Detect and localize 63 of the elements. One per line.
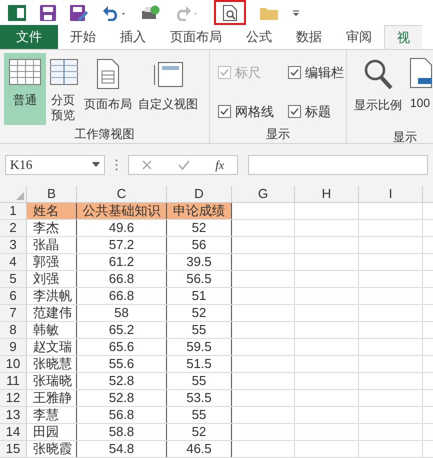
save-icon[interactable] — [40, 4, 56, 20]
name-box[interactable]: K16 — [5, 154, 105, 175]
column-header[interactable]: D — [167, 186, 232, 202]
insert-function-button[interactable]: fx — [215, 156, 224, 174]
grid-icon — [50, 58, 78, 85]
column-header[interactable]: H — [295, 186, 359, 202]
column-header[interactable]: I — [359, 186, 423, 202]
row-header[interactable]: 3 — [0, 237, 27, 253]
column-header[interactable]: G — [232, 186, 295, 202]
ribbon-tab[interactable]: 插入 — [108, 25, 158, 49]
checkmark-icon — [220, 68, 229, 77]
ribbon-tab[interactable]: 开始 — [58, 25, 108, 49]
checkbox[interactable]: 编辑栏 — [288, 60, 346, 86]
print-preview-button[interactable] — [214, 0, 246, 25]
customize-icon[interactable] — [292, 8, 300, 16]
ribbon-tab[interactable]: 视 — [384, 25, 422, 49]
row-header[interactable]: 13 — [0, 407, 27, 423]
view-button[interactable]: 普通 — [4, 52, 46, 125]
checkbox[interactable]: 标题 — [288, 99, 346, 125]
ribbon-tab[interactable]: 审阅 — [334, 25, 384, 49]
formula-input[interactable] — [248, 154, 428, 175]
row-header[interactable]: 9 — [0, 339, 27, 355]
magnifier-icon — [363, 58, 393, 90]
checkmark-icon — [220, 107, 229, 116]
row-header[interactable]: 5 — [0, 271, 27, 287]
undo-icon[interactable] — [102, 4, 128, 20]
ribbon-tab[interactable]: 公式 — [234, 25, 284, 49]
page-magnifier-icon — [223, 4, 237, 20]
view-button[interactable]: 分页预览 — [48, 52, 80, 125]
view-button[interactable]: 自定义视图 — [136, 52, 200, 125]
page-icon — [97, 58, 119, 89]
save-as-icon[interactable] — [70, 4, 88, 20]
ribbon-tab[interactable]: 文件 — [0, 25, 58, 49]
group-label: 工作簿视图 — [74, 126, 136, 143]
row-header[interactable]: 2 — [0, 220, 27, 236]
row-header[interactable]: 12 — [0, 390, 27, 406]
column-header[interactable]: C — [77, 186, 167, 202]
ribbon-tab[interactable]: 页面布局 — [158, 25, 234, 49]
row-header[interactable]: 1 — [0, 203, 27, 219]
row-header[interactable]: 11 — [0, 373, 27, 389]
ribbon-tab[interactable]: 数据 — [284, 25, 334, 49]
spreadsheet-logo-icon[interactable] — [8, 4, 26, 20]
table-cell: 姓名 — [27, 203, 77, 219]
grid-icon — [9, 58, 41, 85]
group-label: 显示 — [265, 126, 291, 143]
drag-handle-icon — [115, 158, 118, 171]
row-header[interactable]: 10 — [0, 356, 27, 372]
printer-icon[interactable] — [142, 4, 160, 20]
row-header[interactable]: 14 — [0, 424, 27, 440]
row-header[interactable]: 15 — [0, 441, 27, 457]
row-header[interactable]: 4 — [0, 254, 27, 270]
column-header[interactable]: B — [27, 186, 77, 202]
checkbox[interactable]: 网格线 — [218, 99, 276, 125]
row-header[interactable]: 6 — [0, 288, 27, 304]
table-cell: 公共基础知识 — [77, 203, 167, 219]
row-header[interactable]: 7 — [0, 305, 27, 321]
table-cell: 申论成绩 — [167, 203, 232, 219]
view-button[interactable]: 页面布局 — [82, 52, 134, 125]
checkmark-icon — [290, 107, 299, 116]
checkmark-icon — [290, 68, 299, 77]
group-label: 显示 — [392, 128, 418, 143]
row-header[interactable]: 8 — [0, 322, 27, 338]
dropdown-icon — [92, 162, 100, 168]
